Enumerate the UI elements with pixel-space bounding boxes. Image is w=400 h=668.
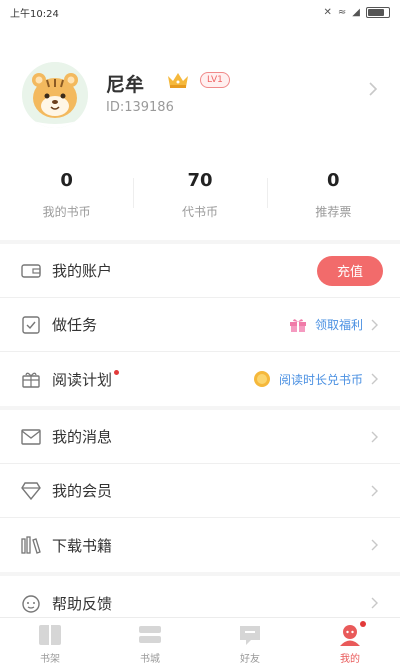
stat-value: 70 bbox=[187, 170, 213, 191]
stats-row: 0 我的书币 70 代书币 0 推荐票 bbox=[0, 164, 400, 224]
user-name: 尼牟 bbox=[106, 74, 145, 96]
stat-recommend-tickets[interactable]: 0 推荐票 bbox=[266, 164, 400, 224]
notification-dot bbox=[360, 621, 366, 627]
vip-crown-icon bbox=[168, 73, 188, 88]
chevron-right-icon bbox=[371, 539, 378, 551]
chevron-right-icon bbox=[371, 431, 378, 442]
checklist-icon bbox=[20, 314, 42, 336]
books-icon bbox=[20, 534, 42, 556]
menu-item-label: 帮助反馈 bbox=[52, 594, 113, 613]
gift-box-outline-icon bbox=[20, 368, 42, 390]
row-chevron-wrap bbox=[371, 431, 378, 443]
tab-label: 好友 bbox=[240, 654, 260, 665]
chevron-right-icon bbox=[371, 485, 378, 496]
bookstore-icon bbox=[139, 626, 161, 643]
menu-group-help: 帮助反馈 bbox=[0, 576, 400, 617]
profile-section: 尼牟 LV1 ID:139186 0 我的书币 70 代书币 0 推荐票 bbox=[0, 24, 400, 240]
chevron-right-icon[interactable] bbox=[368, 82, 378, 96]
stat-label: 代书币 bbox=[181, 205, 218, 219]
friends-icon bbox=[240, 626, 260, 645]
tasks-reward[interactable]: 领取福利 bbox=[289, 316, 378, 333]
avatar[interactable] bbox=[22, 62, 88, 128]
wallet-icon bbox=[20, 260, 42, 282]
help-face-icon bbox=[20, 592, 42, 614]
menu-group-general: 我的消息 我的会员 下载书籍 bbox=[0, 410, 400, 572]
tab-me[interactable]: 我的 bbox=[300, 618, 400, 668]
tasks-action-label: 领取福利 bbox=[314, 318, 363, 332]
menu-item-reading-plan[interactable]: 阅读计划 阅读时长兑书币 bbox=[0, 352, 400, 406]
recharge-button[interactable]: 充值 bbox=[317, 255, 383, 286]
menu-item-help[interactable]: 帮助反馈 bbox=[0, 576, 400, 617]
tab-bookshelf[interactable]: 书架 bbox=[0, 618, 100, 668]
coin-icon bbox=[253, 371, 270, 387]
stat-voucher-coins[interactable]: 70 代书币 bbox=[133, 164, 266, 224]
level-badge: LV1 bbox=[200, 72, 230, 88]
reading-plan-action-label: 阅读时长兑书币 bbox=[278, 372, 363, 387]
status-bar: 上午10:24 ✕ ≈ ◢ bbox=[0, 0, 400, 24]
menu-item-membership[interactable]: 我的会员 bbox=[0, 464, 400, 518]
menu-item-label: 我的消息 bbox=[52, 428, 113, 446]
mute-icon: ✕ bbox=[323, 6, 332, 18]
stat-value: 0 bbox=[60, 170, 73, 191]
stat-my-coins[interactable]: 0 我的书币 bbox=[0, 164, 133, 224]
stat-value: 0 bbox=[327, 170, 340, 191]
menu-item-account[interactable]: 我的账户 充值 bbox=[0, 244, 400, 298]
tab-label: 我的 bbox=[340, 654, 360, 665]
user-id: ID:139186 bbox=[106, 100, 174, 115]
status-icons: ✕ ≈ ◢ bbox=[323, 6, 390, 18]
diamond-icon bbox=[20, 480, 42, 502]
menu-item-tasks[interactable]: 做任务 领取福利 bbox=[0, 298, 400, 352]
signal-icon: ◢ bbox=[352, 6, 360, 18]
tab-label: 书架 bbox=[40, 654, 60, 665]
tab-friends[interactable]: 好友 bbox=[200, 618, 300, 668]
wifi-icon: ≈ bbox=[337, 6, 347, 18]
bottom-tab-bar: 书架 书城 好友 我的 bbox=[0, 617, 400, 668]
stat-label: 我的书币 bbox=[42, 205, 91, 219]
bookshelf-icon bbox=[39, 625, 61, 645]
row-chevron-wrap bbox=[371, 597, 378, 609]
row-chevron-wrap bbox=[371, 485, 378, 497]
menu-item-label: 我的账户 bbox=[52, 262, 113, 280]
status-time: 上午10:24 bbox=[10, 8, 59, 20]
new-indicator-dot bbox=[114, 369, 120, 375]
battery-icon bbox=[366, 6, 390, 18]
menu-item-label: 阅读计划 bbox=[52, 370, 113, 389]
menu-item-label: 做任务 bbox=[52, 316, 98, 334]
chevron-right-icon bbox=[371, 319, 378, 330]
menu-group-account: 我的账户 充值 做任务 领取福利 阅读计划 阅读时长兑书币 bbox=[0, 244, 400, 406]
me-icon bbox=[340, 625, 360, 646]
menu-item-messages[interactable]: 我的消息 bbox=[0, 410, 400, 464]
stat-label: 推荐票 bbox=[315, 205, 352, 219]
tiger-avatar-icon bbox=[22, 62, 88, 128]
reading-plan-reward[interactable]: 阅读时长兑书币 bbox=[253, 370, 378, 388]
mail-icon bbox=[20, 426, 42, 448]
menu-item-downloads[interactable]: 下载书籍 bbox=[0, 518, 400, 572]
gift-icon bbox=[289, 318, 306, 332]
chevron-right-icon bbox=[371, 597, 378, 609]
menu-item-label: 我的会员 bbox=[52, 482, 113, 500]
row-chevron-wrap bbox=[371, 539, 378, 551]
menu-item-label: 下载书籍 bbox=[52, 536, 113, 555]
tab-label: 书城 bbox=[140, 654, 160, 665]
tab-bookstore[interactable]: 书城 bbox=[100, 618, 200, 668]
chevron-right-icon bbox=[371, 373, 378, 385]
